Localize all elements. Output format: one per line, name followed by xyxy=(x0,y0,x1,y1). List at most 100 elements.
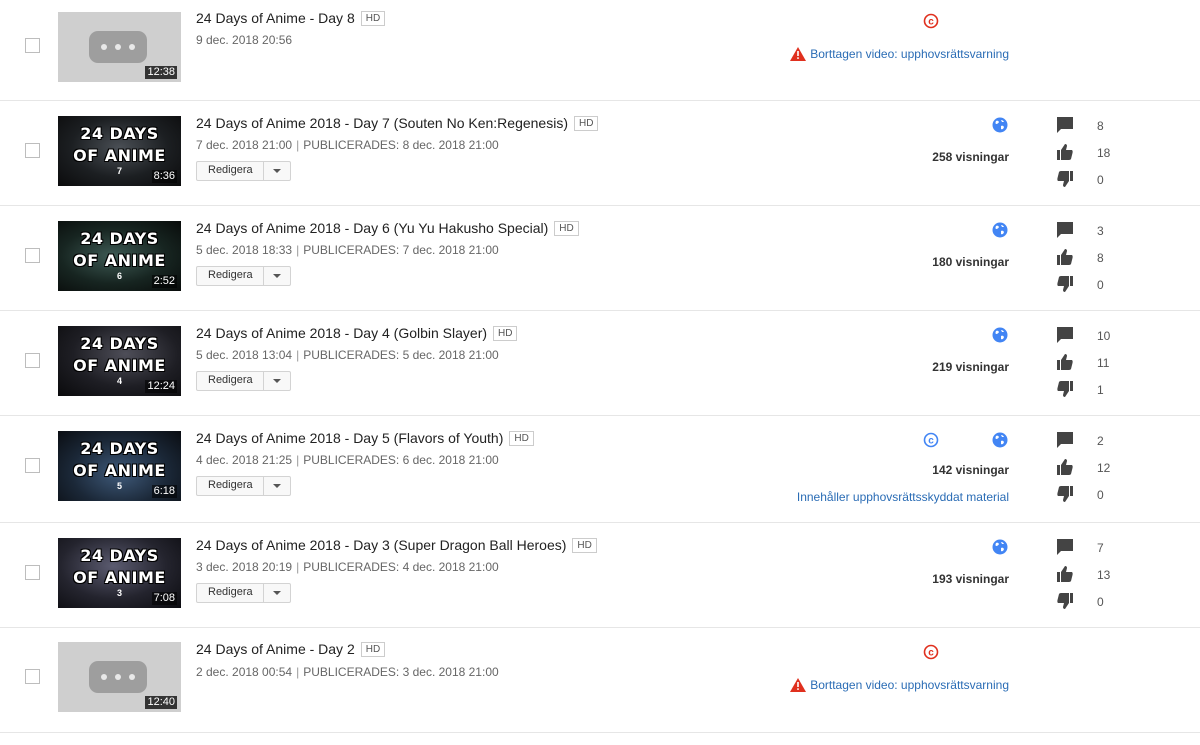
comment-count: 3 xyxy=(1097,224,1104,238)
view-count: 180 visningar xyxy=(932,255,1009,269)
video-duration: 12:38 xyxy=(145,66,177,79)
view-count: 142 visningar xyxy=(932,463,1009,477)
chevron-down-icon[interactable] xyxy=(273,484,281,488)
separator: | xyxy=(296,453,300,467)
video-dates: 4 dec. 2018 21:25 | PUBLICERADES: 6 dec. 2… xyxy=(196,453,499,467)
chevron-down-icon[interactable] xyxy=(273,169,281,173)
edit-button-label[interactable]: Redigera xyxy=(208,374,253,386)
comment-icon xyxy=(1057,222,1073,238)
thumb-text-line2: OF ANIME xyxy=(73,356,166,375)
warning-text[interactable]: Borttagen video: upphovsrättsvarning xyxy=(810,678,1009,692)
removed-video-warning[interactable]: Borttagen video: upphovsrättsvarning xyxy=(790,47,1009,61)
video-title[interactable]: 24 Days of Anime 2018 - Day 3 (Super Dra… xyxy=(196,537,597,553)
video-thumbnail[interactable]: 12:40 xyxy=(58,642,181,712)
row-checkbox[interactable] xyxy=(25,565,40,580)
hd-badge: HD xyxy=(572,538,597,553)
upload-date: 5 dec. 2018 18:33 xyxy=(196,243,293,257)
edit-button-label[interactable]: Redigera xyxy=(208,164,253,176)
upload-date: 7 dec. 2018 21:00 xyxy=(196,138,293,152)
hd-badge: HD xyxy=(360,11,386,26)
video-title-text[interactable]: 24 Days of Anime 2018 - Day 5 (Flavors o… xyxy=(196,430,503,446)
video-thumbnail[interactable]: 12:38 xyxy=(58,12,181,82)
edit-button[interactable]: Redigera xyxy=(196,161,291,181)
video-duration: 2:52 xyxy=(151,275,177,288)
row-checkbox[interactable] xyxy=(25,353,40,368)
video-title-text[interactable]: 24 Days of Anime 2018 - Day 4 (Golbin Sl… xyxy=(196,325,487,341)
published-date: PUBLICERADES: 7 dec. 2018 21:00 xyxy=(303,243,499,257)
row-checkbox[interactable] xyxy=(25,143,40,158)
edit-button[interactable]: Redigera xyxy=(196,371,291,391)
dislike-count: 0 xyxy=(1097,488,1104,502)
video-title-text[interactable]: 24 Days of Anime - Day 2 xyxy=(196,641,355,657)
video-title-text[interactable]: 24 Days of Anime - Day 8 xyxy=(196,10,355,26)
upload-date: 9 dec. 2018 20:56 xyxy=(196,33,293,47)
upload-date: 5 dec. 2018 13:04 xyxy=(196,348,293,362)
separator: | xyxy=(296,138,300,152)
video-thumbnail[interactable]: 24 DAYS OF ANIME 3 7:08 xyxy=(58,538,181,608)
video-title-text[interactable]: 24 Days of Anime 2018 - Day 7 (Souten No… xyxy=(196,115,568,131)
hd-badge: HD xyxy=(509,431,534,446)
video-title-text[interactable]: 24 Days of Anime 2018 - Day 3 (Super Dra… xyxy=(196,537,566,553)
separator: | xyxy=(296,243,300,257)
edit-button[interactable]: Redigera xyxy=(196,266,291,286)
dislike-count: 0 xyxy=(1097,278,1104,292)
video-title[interactable]: 24 Days of Anime - Day 8 HD xyxy=(196,10,386,26)
svg-text:c: c xyxy=(928,648,934,659)
copyright-notice-link[interactable]: Innehåller upphovsrättsskyddat material xyxy=(797,490,1009,504)
thumb-text-line2: OF ANIME xyxy=(73,146,166,165)
video-thumbnail[interactable]: 24 DAYS OF ANIME 4 12:24 xyxy=(58,326,181,396)
row-checkbox[interactable] xyxy=(25,458,40,473)
view-count: 193 visningar xyxy=(932,572,1009,586)
like-count: 8 xyxy=(1097,251,1104,265)
warning-text[interactable]: Borttagen video: upphovsrättsvarning xyxy=(810,47,1009,61)
published-date: PUBLICERADES: 8 dec. 2018 21:00 xyxy=(303,138,499,152)
edit-button[interactable]: Redigera xyxy=(196,476,291,496)
thumbs-up-icon xyxy=(1057,144,1073,160)
video-title[interactable]: 24 Days of Anime - Day 2 HD xyxy=(196,641,386,657)
video-row: 12:38 24 Days of Anime - Day 8 HD 9 dec. … xyxy=(0,0,1200,101)
video-title[interactable]: 24 Days of Anime 2018 - Day 7 (Souten No… xyxy=(196,115,599,131)
video-title[interactable]: 24 Days of Anime 2018 - Day 5 (Flavors o… xyxy=(196,430,534,446)
published-date: PUBLICERADES: 4 dec. 2018 21:00 xyxy=(303,560,499,574)
edit-button-label[interactable]: Redigera xyxy=(208,269,253,281)
video-thumbnail[interactable]: 24 DAYS OF ANIME 7 8:36 xyxy=(58,116,181,186)
thumbs-up-icon xyxy=(1057,249,1073,265)
video-duration: 7:08 xyxy=(151,592,177,605)
removed-video-warning[interactable]: Borttagen video: upphovsrättsvarning xyxy=(790,678,1009,692)
edit-button[interactable]: Redigera xyxy=(196,583,291,603)
upload-date: 2 dec. 2018 00:54 xyxy=(196,665,293,679)
thumbs-up-icon xyxy=(1057,459,1073,475)
edit-button-label[interactable]: Redigera xyxy=(208,479,253,491)
hd-badge: HD xyxy=(360,642,386,657)
warning-icon xyxy=(790,47,807,61)
thumb-text-line1: 24 DAYS xyxy=(80,124,159,143)
chevron-down-icon[interactable] xyxy=(273,274,281,278)
video-title[interactable]: 24 Days of Anime 2018 - Day 4 (Golbin Sl… xyxy=(196,325,518,341)
placeholder-video-icon xyxy=(89,31,147,63)
separator: | xyxy=(296,665,300,679)
warning-icon xyxy=(790,678,807,692)
published-date: PUBLICERADES: 3 dec. 2018 21:00 xyxy=(303,665,499,679)
chevron-down-icon[interactable] xyxy=(273,379,281,383)
comment-icon xyxy=(1057,327,1073,343)
upload-date: 4 dec. 2018 21:25 xyxy=(196,453,293,467)
video-thumbnail[interactable]: 24 DAYS OF ANIME 6 2:52 xyxy=(58,221,181,291)
row-checkbox[interactable] xyxy=(25,38,40,53)
comment-count: 7 xyxy=(1097,541,1104,555)
video-row: 24 DAYS OF ANIME 6 2:52 24 Days of Anime… xyxy=(0,206,1200,311)
hd-badge: HD xyxy=(573,116,599,131)
copyright-icon-red[interactable]: c xyxy=(923,644,939,660)
video-duration: 6:18 xyxy=(151,485,177,498)
video-thumbnail[interactable]: 24 DAYS OF ANIME 5 6:18 xyxy=(58,431,181,501)
row-checkbox[interactable] xyxy=(25,669,40,684)
video-title[interactable]: 24 Days of Anime 2018 - Day 6 (Yu Yu Hak… xyxy=(196,220,579,236)
chevron-down-icon[interactable] xyxy=(273,591,281,595)
thumbs-down-icon xyxy=(1057,486,1073,502)
copyright-icon-blue[interactable]: c xyxy=(923,432,939,448)
copyright-icon-red[interactable]: c xyxy=(923,13,939,29)
video-title-text[interactable]: 24 Days of Anime 2018 - Day 6 (Yu Yu Hak… xyxy=(196,220,548,236)
row-checkbox[interactable] xyxy=(25,248,40,263)
edit-button-label[interactable]: Redigera xyxy=(208,586,253,598)
comment-count: 2 xyxy=(1097,434,1104,448)
thumb-text-line1: 24 DAYS xyxy=(80,229,159,248)
